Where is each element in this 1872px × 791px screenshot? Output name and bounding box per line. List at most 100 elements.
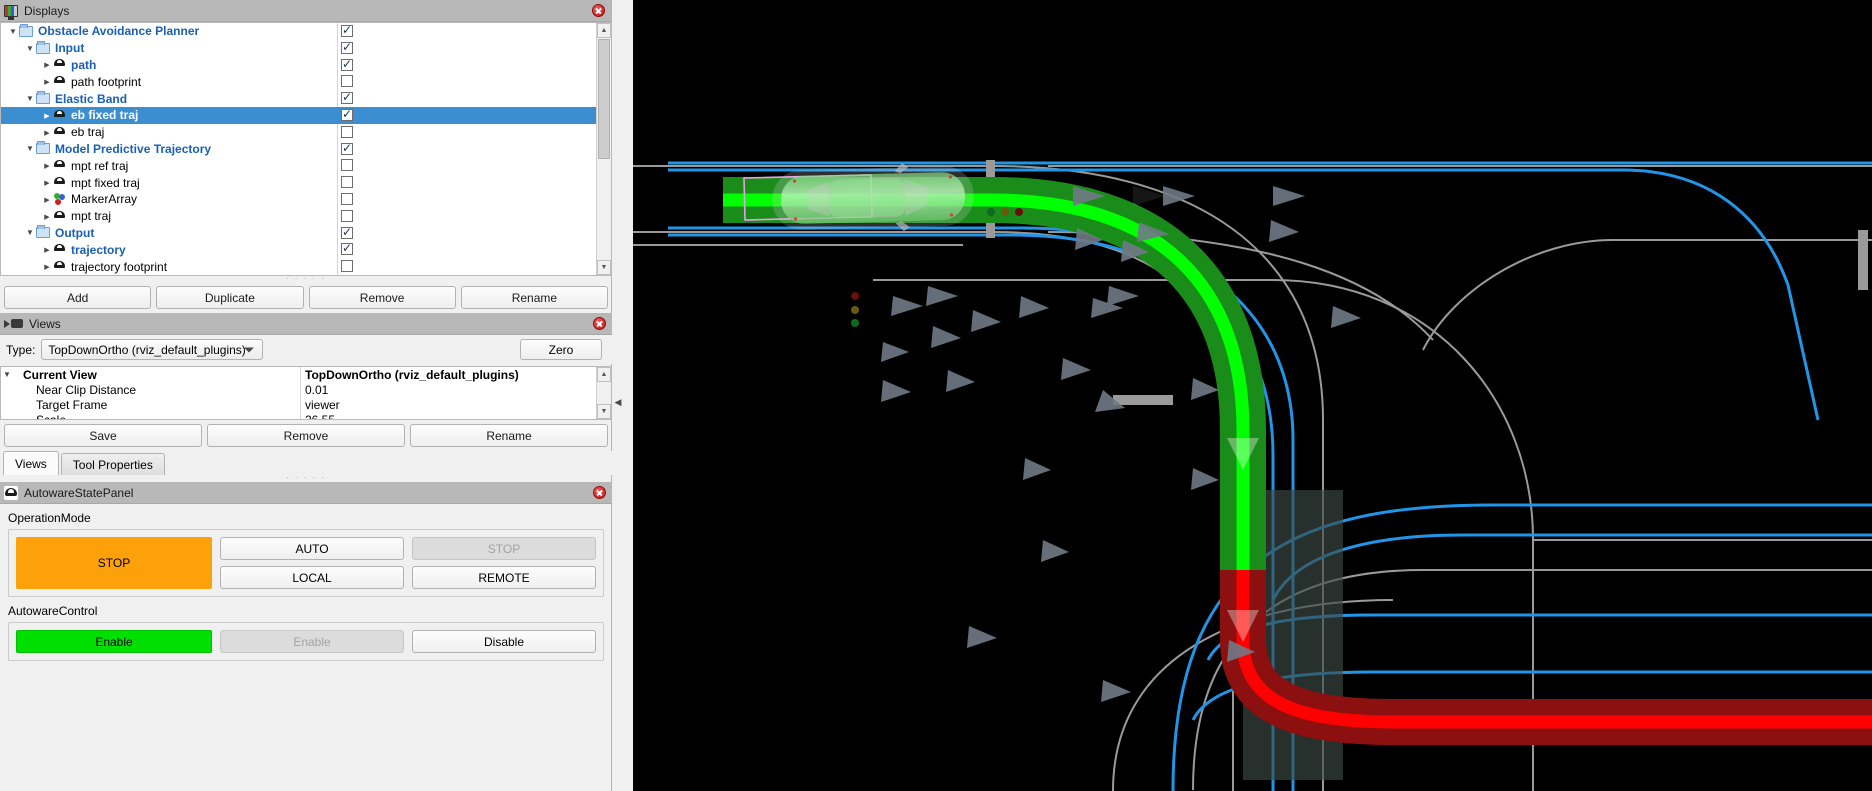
visibility-checkbox[interactable] (341, 42, 353, 54)
tree-item-input[interactable]: Input (1, 40, 611, 57)
visibility-checkbox[interactable] (341, 59, 353, 71)
tree-item-trajectory-footprint[interactable]: trajectory footprint (1, 258, 611, 275)
autoware-topic-icon (53, 176, 66, 189)
visibility-checkbox[interactable] (341, 25, 353, 37)
view-type-value: TopDownOrtho (rviz_default_plugins) (48, 343, 245, 357)
tree-item-path[interactable]: path (1, 57, 611, 74)
close-icon[interactable] (592, 4, 605, 17)
operation-mode-remote-button[interactable]: REMOTE (412, 566, 596, 589)
tree-item-markerarray[interactable]: MarkerArray (1, 191, 611, 208)
visibility-checkbox[interactable] (341, 193, 353, 205)
chevron-down-icon[interactable] (24, 44, 36, 53)
visibility-checkbox[interactable] (341, 143, 353, 155)
views-properties-scrollbar[interactable]: ▲ ▼ (596, 367, 611, 419)
view-property-value: TopDownOrtho (rviz_default_plugins) (301, 368, 519, 382)
chevron-down-icon (244, 347, 254, 352)
visibility-checkbox[interactable] (341, 159, 353, 171)
rename-view-button[interactable]: Rename (410, 424, 608, 447)
displays-panel-title: Displays (24, 4, 69, 18)
dock-collapse-handle[interactable]: ◀ (612, 390, 624, 414)
chevron-right-icon[interactable] (41, 262, 53, 271)
close-icon[interactable] (593, 317, 606, 330)
operation-mode-local-button[interactable]: LOCAL (220, 566, 404, 589)
operation-mode-auto-button[interactable]: AUTO (220, 537, 404, 560)
scrollbar-thumb[interactable] (598, 39, 610, 159)
chevron-right-icon[interactable] (41, 161, 53, 170)
chevron-right-icon[interactable] (41, 245, 53, 254)
rviz-3d-render-view[interactable] (633, 0, 1872, 791)
view-property-row[interactable]: Scale26.55 (1, 412, 611, 420)
save-view-button[interactable]: Save (4, 424, 202, 447)
views-panel-titlebar: Views (0, 313, 612, 335)
scroll-down-icon[interactable]: ▼ (597, 260, 611, 275)
view-property-row[interactable]: Near Clip Distance0.01 (1, 382, 611, 397)
views-autoware-splitter-grip[interactable]: · · · · · (0, 475, 612, 481)
chevron-right-icon[interactable] (41, 195, 53, 204)
views-type-row: Type: TopDownOrtho (rviz_default_plugins… (0, 335, 612, 364)
chevron-down-icon[interactable] (1, 370, 13, 379)
displays-panel-titlebar: Displays (0, 0, 611, 22)
scroll-up-icon[interactable]: ▲ (597, 367, 611, 382)
view-property-row[interactable]: Current ViewTopDownOrtho (rviz_default_p… (1, 367, 611, 382)
rename-display-button[interactable]: Rename (461, 286, 608, 309)
scroll-down-icon[interactable]: ▼ (597, 404, 611, 419)
tree-item-label: trajectory (71, 243, 126, 257)
tree-item-trajectory[interactable]: trajectory (1, 241, 611, 258)
visibility-checkbox[interactable] (341, 260, 353, 272)
scroll-up-icon[interactable]: ▲ (597, 23, 611, 38)
view-property-row[interactable]: Target Frameviewer (1, 397, 611, 412)
tree-item-eb-traj[interactable]: eb traj (1, 124, 611, 141)
chevron-right-icon[interactable] (41, 128, 53, 137)
autoware-topic-icon (53, 109, 66, 122)
tree-item-elastic-band[interactable]: Elastic Band (1, 90, 611, 107)
displays-tree[interactable]: Obstacle Avoidance PlannerInput path path … (0, 22, 612, 276)
tree-item-mpt-ref-traj[interactable]: mpt ref traj (1, 157, 611, 174)
visibility-checkbox[interactable] (341, 176, 353, 188)
tree-item-eb-fixed-traj[interactable]: eb fixed traj (1, 107, 611, 124)
chevron-right-icon[interactable] (41, 212, 53, 221)
autoware-control-status-badge: Enable (16, 630, 212, 653)
chevron-right-icon[interactable] (41, 77, 53, 86)
visibility-checkbox[interactable] (341, 243, 353, 255)
visibility-checkbox[interactable] (341, 75, 353, 87)
view-type-select[interactable]: TopDownOrtho (rviz_default_plugins) (41, 339, 263, 360)
visibility-checkbox[interactable] (341, 92, 353, 104)
tree-item-path-footprint[interactable]: path footprint (1, 73, 611, 90)
chevron-right-icon[interactable] (41, 178, 53, 187)
tab-tool-properties[interactable]: Tool Properties (61, 453, 165, 475)
chevron-down-icon[interactable] (7, 27, 19, 36)
views-properties-table[interactable]: Current ViewTopDownOrtho (rviz_default_p… (0, 366, 612, 420)
visibility-checkbox[interactable] (341, 126, 353, 138)
chevron-down-icon[interactable] (24, 228, 36, 237)
view-property-value: 0.01 (301, 383, 328, 397)
close-icon[interactable] (593, 486, 606, 499)
tree-item-mpt-traj[interactable]: mpt traj (1, 208, 611, 225)
displays-tree-scrollbar[interactable]: ▲ ▼ (596, 23, 611, 275)
add-button[interactable]: Add (4, 286, 151, 309)
visibility-checkbox[interactable] (341, 109, 353, 121)
tree-item-model-predictive-trajectory[interactable]: Model Predictive Trajectory (1, 141, 611, 158)
tree-item-label: path (71, 58, 96, 72)
zero-button[interactable]: Zero (520, 339, 602, 360)
chevron-down-icon[interactable] (24, 94, 36, 103)
folder-icon (36, 227, 50, 238)
tree-item-output[interactable]: Output (1, 225, 611, 242)
tree-item-mpt-fixed-traj[interactable]: mpt fixed traj (1, 174, 611, 191)
chevron-down-icon[interactable] (24, 144, 36, 153)
autoware-control-disable-button[interactable]: Disable (412, 630, 596, 653)
duplicate-button[interactable]: Duplicate (156, 286, 303, 309)
chevron-right-icon[interactable] (41, 60, 53, 69)
remove-display-button[interactable]: Remove (309, 286, 456, 309)
autoware-icon (4, 486, 18, 500)
visibility-checkbox[interactable] (341, 227, 353, 239)
tree-item-obstacle-avoidance-planner[interactable]: Obstacle Avoidance Planner (1, 23, 611, 40)
tree-item-label: path footprint (71, 75, 141, 89)
marker-array-icon (53, 193, 66, 206)
autoware-topic-icon (53, 58, 66, 71)
tree-item-label: eb traj (71, 125, 104, 139)
visibility-checkbox[interactable] (341, 210, 353, 222)
tab-views[interactable]: Views (3, 451, 59, 475)
remove-view-button[interactable]: Remove (207, 424, 405, 447)
tree-item-label: Input (55, 41, 84, 55)
chevron-right-icon[interactable] (41, 111, 53, 120)
